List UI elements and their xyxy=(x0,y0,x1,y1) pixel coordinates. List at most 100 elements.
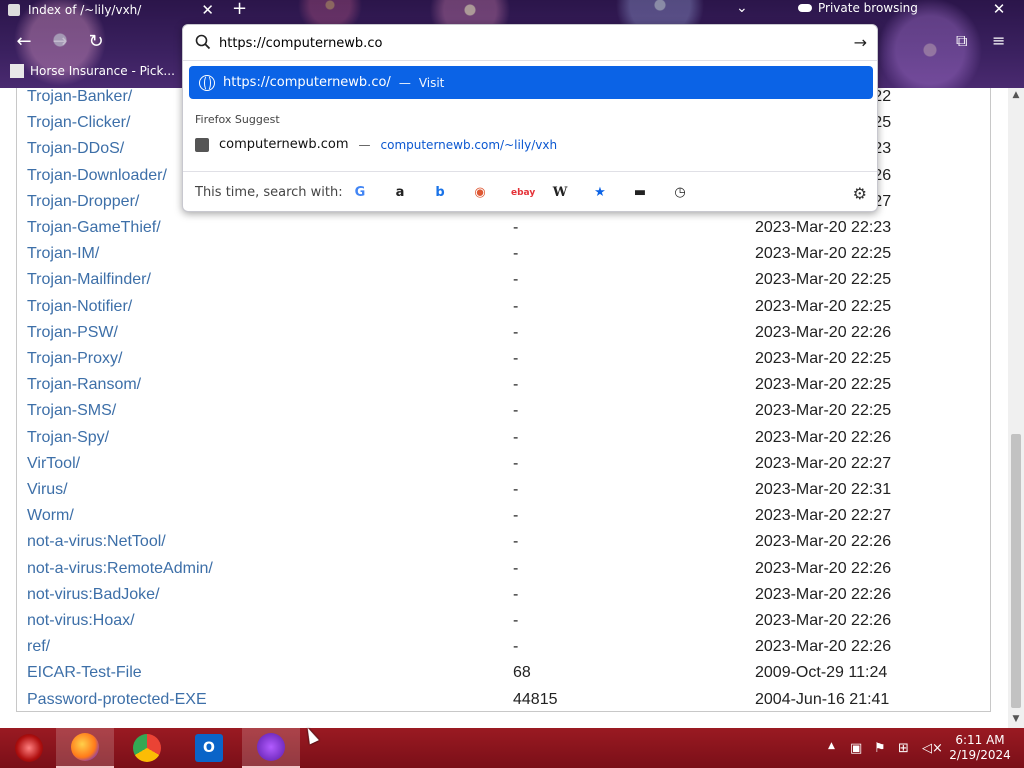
back-button[interactable]: ← xyxy=(12,30,36,54)
listing-date: 2023-Mar-20 22:25 xyxy=(755,271,892,289)
taskbar-chrome[interactable] xyxy=(118,728,176,768)
listing-link[interactable]: Trojan-GameThief/ xyxy=(27,219,161,237)
firefox-icon xyxy=(71,733,99,761)
forward-button[interactable]: → xyxy=(48,30,72,54)
urlbar-input-row: → xyxy=(183,25,877,61)
listing-link[interactable]: Trojan-DDoS/ xyxy=(27,140,124,158)
scroll-up-icon[interactable]: ▲ xyxy=(1008,90,1024,100)
table-row: not-virus:Hoax/ - 2023-Mar-20 22:26 xyxy=(27,612,967,636)
listing-link[interactable]: Trojan-PSW/ xyxy=(27,324,118,342)
listing-size: - xyxy=(513,376,519,394)
listing-link[interactable]: Virus/ xyxy=(27,481,68,499)
listing-link[interactable]: Trojan-Ransom/ xyxy=(27,376,141,394)
app-menu-hamburger-icon[interactable]: ≡ xyxy=(992,31,1005,50)
bookmark-label: Horse Insurance - Pick... xyxy=(30,64,175,78)
url-suggestion-visit[interactable]: https://computernewb.co/ — Visit xyxy=(189,66,873,99)
listing-size: - xyxy=(513,507,519,525)
window-close-button[interactable]: ✕ xyxy=(974,0,1024,18)
listing-date: 2023-Mar-20 22:25 xyxy=(755,376,892,394)
ebay-icon[interactable]: ebay xyxy=(511,184,535,202)
listing-link[interactable]: ref/ xyxy=(27,638,50,656)
wikipedia-icon[interactable]: W xyxy=(551,184,569,202)
history-clock-icon[interactable]: ◷ xyxy=(671,184,689,202)
listing-link[interactable]: EICAR-Test-File xyxy=(27,664,142,682)
table-row: not-a-virus:RemoteAdmin/ - 2023-Mar-20 22:… xyxy=(27,560,967,584)
reload-button[interactable]: ↻ xyxy=(84,30,108,54)
start-button[interactable] xyxy=(0,728,58,768)
table-row: not-a-virus:NetTool/ - 2023-Mar-20 22:26 xyxy=(27,533,967,557)
history-title: computernewb.com xyxy=(219,137,349,152)
listing-link[interactable]: Worm/ xyxy=(27,507,74,525)
listing-link[interactable]: Trojan-SMS/ xyxy=(27,402,116,420)
listing-size: - xyxy=(513,612,519,629)
listing-link[interactable]: Trojan-Mailfinder/ xyxy=(27,271,151,289)
listing-date: 2023-Mar-20 22:26 xyxy=(755,428,892,446)
listing-link[interactable]: not-virus:Hoax/ xyxy=(27,612,135,630)
chrome-icon xyxy=(133,734,161,762)
globe-icon xyxy=(199,74,215,91)
amazon-icon[interactable]: a xyxy=(391,184,409,202)
history-url: computernewb.com/~lily/vxh xyxy=(380,137,558,152)
tray-volume-muted-icon[interactable]: ◁× xyxy=(922,741,943,756)
listing-link[interactable]: Trojan-Proxy/ xyxy=(27,350,122,368)
listing-size: - xyxy=(513,533,519,551)
close-tab-icon[interactable]: ✕ xyxy=(201,1,214,19)
tray-network-icon[interactable]: ⊞ xyxy=(898,741,909,756)
listing-size: - xyxy=(513,271,519,289)
tray-flag-icon[interactable]: ⚑ xyxy=(874,741,886,756)
listing-date: 2023-Mar-20 22:23 xyxy=(755,219,892,236)
table-row: EICAR-Test-File 68 2009-Oct-29 11:24 xyxy=(27,664,967,688)
table-row: Trojan-IM/ - 2023-Mar-20 22:25 xyxy=(27,245,967,269)
listing-link[interactable]: Trojan-Notifier/ xyxy=(27,298,132,316)
bookmark-horse-insurance[interactable]: Horse Insurance - Pick... xyxy=(10,64,175,78)
listing-link[interactable]: Trojan-Downloader/ xyxy=(27,167,167,185)
bing-icon[interactable]: b xyxy=(431,184,449,202)
duckduckgo-icon[interactable]: ◉ xyxy=(471,184,489,202)
listing-size: - xyxy=(513,350,519,367)
listing-size: - xyxy=(513,428,519,446)
listing-size: - xyxy=(513,454,519,472)
listing-link[interactable]: Password-protected-EXE xyxy=(27,691,207,709)
taskbar-firefox-private[interactable] xyxy=(242,728,300,768)
tabs-icon[interactable]: ▬ xyxy=(631,184,649,202)
listing-link[interactable]: Trojan-Clicker/ xyxy=(27,114,130,132)
url-input[interactable] xyxy=(219,33,819,53)
page-scrollbar[interactable]: ▲ ▼ xyxy=(1008,88,1024,728)
tab-current[interactable]: Index of /~lily/vxh/ ✕ xyxy=(0,0,222,20)
scrollbar-thumb[interactable] xyxy=(1011,434,1021,708)
private-browsing-indicator: Private browsing xyxy=(798,1,918,15)
taskbar-outlook[interactable]: O xyxy=(180,728,238,768)
taskbar-firefox[interactable] xyxy=(56,728,114,768)
new-tab-button[interactable]: + xyxy=(232,0,247,18)
listing-link[interactable]: not-a-virus:RemoteAdmin/ xyxy=(27,560,213,578)
listing-date: 2023-Mar-20 22:26 xyxy=(755,585,892,603)
extensions-puzzle-icon[interactable]: ⧉ xyxy=(956,31,967,51)
listing-date: 2023-Mar-20 22:26 xyxy=(755,638,892,656)
table-row: VirTool/ - 2023-Mar-20 22:27 xyxy=(27,455,967,479)
bookmarks-star-icon[interactable]: ★ xyxy=(591,184,609,202)
listing-date: 2023-Mar-20 22:26 xyxy=(755,559,892,577)
private-mask-icon xyxy=(798,4,812,12)
tray-network-device-icon[interactable]: ▣ xyxy=(850,741,862,756)
history-suggestion[interactable]: computernewb.com — computernewb.com/~lil… xyxy=(195,137,557,152)
listing-link[interactable]: Trojan-Banker/ xyxy=(27,88,132,106)
listing-link[interactable]: not-a-virus:NetTool/ xyxy=(27,533,166,551)
table-row: Trojan-GameThief/ - 2023-Mar-20 22:23 xyxy=(27,219,967,243)
suggestion-url: https://computernewb.co/ xyxy=(223,75,391,90)
show-hidden-icons-chevron-up-icon[interactable]: ▲ xyxy=(828,741,835,751)
google-icon[interactable]: G xyxy=(351,184,369,202)
listing-link[interactable]: VirTool/ xyxy=(27,455,80,473)
taskbar-clock[interactable]: 6:11 AM 2/19/2024 xyxy=(948,733,1012,763)
listing-link[interactable]: Trojan-IM/ xyxy=(27,245,99,263)
listing-link[interactable]: not-virus:BadJoke/ xyxy=(27,586,160,604)
site-favicon-icon xyxy=(195,137,209,152)
listing-link[interactable]: Trojan-Spy/ xyxy=(27,429,109,447)
listing-link[interactable]: Trojan-Dropper/ xyxy=(27,193,139,211)
table-row: Trojan-Ransom/ - 2023-Mar-20 22:25 xyxy=(27,376,967,400)
listing-size: - xyxy=(513,585,519,603)
go-arrow-icon[interactable]: → xyxy=(854,33,867,52)
listing-date: 2023-Mar-20 22:25 xyxy=(755,350,892,367)
scroll-down-icon[interactable]: ▼ xyxy=(1008,714,1024,724)
list-all-tabs-chevron-down-icon[interactable]: ⌄ xyxy=(736,0,748,16)
search-settings-gear-icon[interactable]: ⚙ xyxy=(853,184,867,203)
